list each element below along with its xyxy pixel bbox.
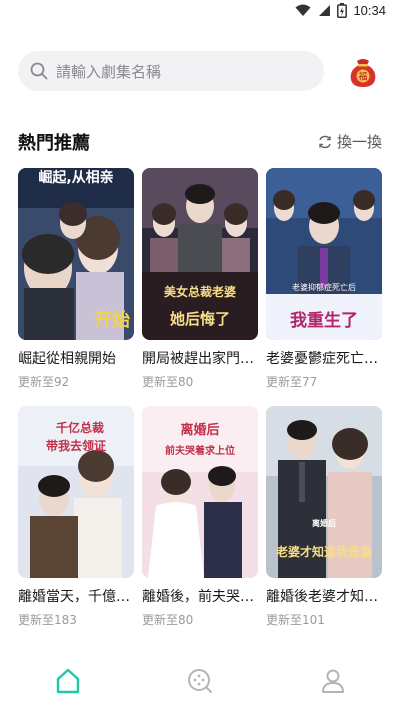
drama-title: 離婚後老婆才知… — [266, 589, 378, 605]
drama-title: 開局被趕出家門… — [142, 351, 254, 367]
search-input[interactable]: 請輸入劇集名稱 — [18, 51, 324, 91]
nav-discover[interactable] — [185, 666, 215, 696]
poster-title: 离婚后 — [180, 422, 219, 438]
poster-subtitle: 带我去领证 — [46, 438, 106, 453]
nav-home[interactable] — [53, 666, 83, 696]
drama-card[interactable]: 千亿总裁 带我去领证 離婚當天，千億… 更新至183 — [18, 406, 134, 628]
drama-episodes: 更新至101 — [266, 613, 325, 627]
drama-episodes: 更新至80 — [142, 375, 194, 389]
battery-icon — [337, 3, 348, 18]
poster-title: 崛起,从相亲 — [38, 169, 113, 186]
discover-icon — [188, 669, 212, 693]
search-placeholder: 請輸入劇集名稱 — [56, 62, 162, 81]
profile-icon — [322, 669, 344, 693]
wifi-icon — [295, 4, 311, 16]
refresh-button[interactable]: 換一換 — [318, 131, 382, 152]
drama-poster[interactable]: 老婆抑郁症死亡后 我重生了 — [266, 168, 382, 340]
poster-title: 美女总裁老婆 — [164, 284, 236, 299]
poster-subtitle: 我重生了 — [290, 310, 358, 331]
drama-poster[interactable]: 离婚后 前夫哭着求上位 — [142, 406, 258, 578]
drama-card[interactable]: 老婆抑郁症死亡后 我重生了 老婆憂鬱症死亡… 更新至77 — [266, 168, 382, 390]
drama-episodes: 更新至183 — [18, 613, 77, 627]
lucky-bag-button[interactable]: 福 — [346, 55, 380, 89]
nav-profile[interactable] — [318, 666, 348, 696]
drama-title: 崛起從相親開始 — [18, 351, 116, 367]
poster-subtitle: 她后悔了 — [170, 310, 230, 328]
drama-card[interactable]: 离婚后 前夫哭着求上位 離婚後，前夫哭… 更新至80 — [142, 406, 258, 628]
drama-poster[interactable]: 崛起,从相亲 开始 — [18, 168, 134, 340]
status-icons: 10:34 — [295, 3, 386, 18]
drama-title: 離婚當天，千億… — [18, 589, 130, 605]
poster-subtitle: 前夫哭着求上位 — [165, 444, 235, 457]
drama-card[interactable]: 崛起,从相亲 开始 崛起從相親開始 更新至92 — [18, 168, 134, 390]
drama-poster[interactable]: 离婚后 老婆才知道我是皇 — [266, 406, 382, 578]
status-time: 10:34 — [353, 3, 386, 18]
drama-episodes: 更新至80 — [142, 613, 194, 627]
drama-title: 老婆憂鬱症死亡… — [266, 351, 378, 367]
drama-episodes: 更新至92 — [18, 375, 70, 389]
lucky-bag-icon: 福 — [350, 59, 376, 87]
drama-poster[interactable]: 千亿总裁 带我去领证 — [18, 406, 134, 578]
section-title: 熱門推薦 — [18, 133, 90, 154]
poster-title: 老婆抑郁症死亡后 — [292, 282, 356, 292]
home-icon — [56, 668, 80, 694]
drama-card[interactable]: 美女总裁老婆 她后悔了 開局被趕出家門… 更新至80 — [142, 168, 258, 390]
search-icon — [30, 62, 48, 80]
drama-title: 離婚後，前夫哭… — [142, 589, 254, 605]
drama-episodes: 更新至77 — [266, 375, 318, 389]
drama-card[interactable]: 离婚后 老婆才知道我是皇 離婚後老婆才知… 更新至101 — [266, 406, 382, 628]
status-bar: 10:34 — [0, 0, 400, 24]
poster-title: 千亿总裁 — [56, 420, 104, 435]
drama-poster[interactable]: 美女总裁老婆 她后悔了 — [142, 168, 258, 340]
poster-subtitle: 老婆才知道我是皇 — [276, 544, 372, 559]
signal-icon — [319, 5, 331, 16]
poster-title: 离婚后 — [312, 518, 336, 528]
bottom-nav — [0, 660, 400, 706]
refresh-icon — [319, 135, 331, 148]
lucky-bag-char: 福 — [358, 71, 367, 83]
refresh-label: 換一換 — [336, 133, 382, 151]
poster-subtitle: 开始 — [94, 309, 130, 331]
